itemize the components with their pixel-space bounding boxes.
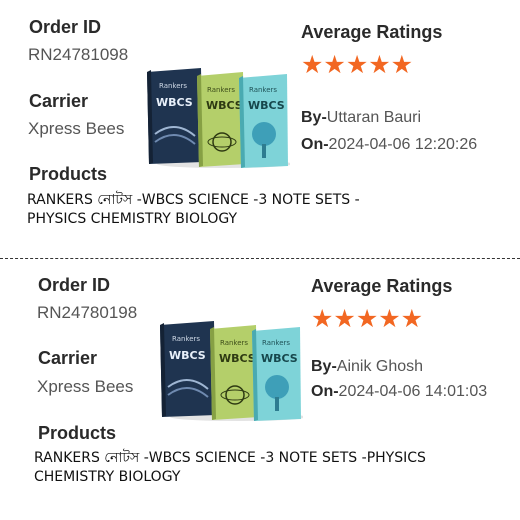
products-label: Products [29,164,108,184]
book-2-brand: Rankers [220,339,248,347]
order-card-2: Order ID RN24780198 Carrier Xpress Bees … [0,259,520,520]
book-3-brand: Rankers [262,339,290,347]
order-id-value: RN24780198 [37,303,138,322]
carrier-value: Xpress Bees [37,377,134,396]
product-image[interactable]: Rankers WBCS Rankers WBCS Rankers WBCS [145,64,290,168]
rating-stars: ★★★★★ [311,305,424,333]
book-1-brand: Rankers [159,82,187,90]
book-2-brand: Rankers [207,86,235,94]
review-datetime: 2024-04-06 12:20:26 [328,136,478,153]
order-id-label: Order ID [38,275,111,295]
reviewer-name: Uttaran Bauri [326,109,422,126]
carrier-label: Carrier [29,91,89,111]
review-date: On-2024-04-06 12:20:26 [301,136,477,154]
on-label: On- [311,383,339,400]
order-id-label: Order ID [29,17,102,37]
book-3-brand: Rankers [249,86,277,94]
product-name-line-1: RANKERS নোটস -WBCS SCIENCE -3 NOTE SETS … [27,192,360,208]
book-1-title: WBCS [156,96,193,109]
book-2-title: WBCS [206,99,243,112]
on-label: On- [301,136,329,153]
book-1-brand: Rankers [172,335,200,343]
product-name: RANKERS নোটস -WBCS SCIENCE -3 NOTE SETS … [27,191,367,229]
reviewer-name: Ainik Ghosh [336,358,424,375]
products-label: Products [38,423,117,443]
book-1-title: WBCS [169,349,206,362]
product-name: RANKERS নোটস -WBCS SCIENCE -3 NOTE SETS … [34,449,454,487]
review-datetime: 2024-04-06 14:01:03 [338,383,488,400]
average-ratings-label: Average Ratings [301,22,443,42]
order-id-value: RN24781098 [28,45,129,64]
carrier-label: Carrier [38,348,98,368]
product-name-line-1: RANKERS নোটস -WBCS SCIENCE -3 NOTE SETS … [34,450,426,466]
by-label: By- [311,358,337,375]
product-name-line-2: CHEMISTRY BIOLOGY [34,469,181,485]
book-set-illustration: Rankers WBCS Rankers WBCS Rankers WBCS [160,321,303,421]
rating-stars: ★★★★★ [301,51,414,79]
book-3-title: WBCS [261,352,298,365]
carrier-value: Xpress Bees [28,119,125,138]
reviewer: By-Ainik Ghosh [311,358,423,376]
by-label: By- [301,109,327,126]
book-set-illustration: Rankers WBCS Rankers WBCS Rankers WBCS [147,68,290,168]
average-ratings-label: Average Ratings [311,276,453,296]
product-image[interactable]: Rankers WBCS Rankers WBCS Rankers WBCS [158,317,303,421]
book-2-title: WBCS [219,352,256,365]
book-3-title: WBCS [248,99,285,112]
review-date: On-2024-04-06 14:01:03 [311,383,487,401]
order-card-1: Order ID RN24781098 Carrier Xpress Bees … [0,0,520,258]
reviewer: By-Uttaran Bauri [301,109,421,127]
product-name-line-2: PHYSICS CHEMISTRY BIOLOGY [27,211,238,227]
